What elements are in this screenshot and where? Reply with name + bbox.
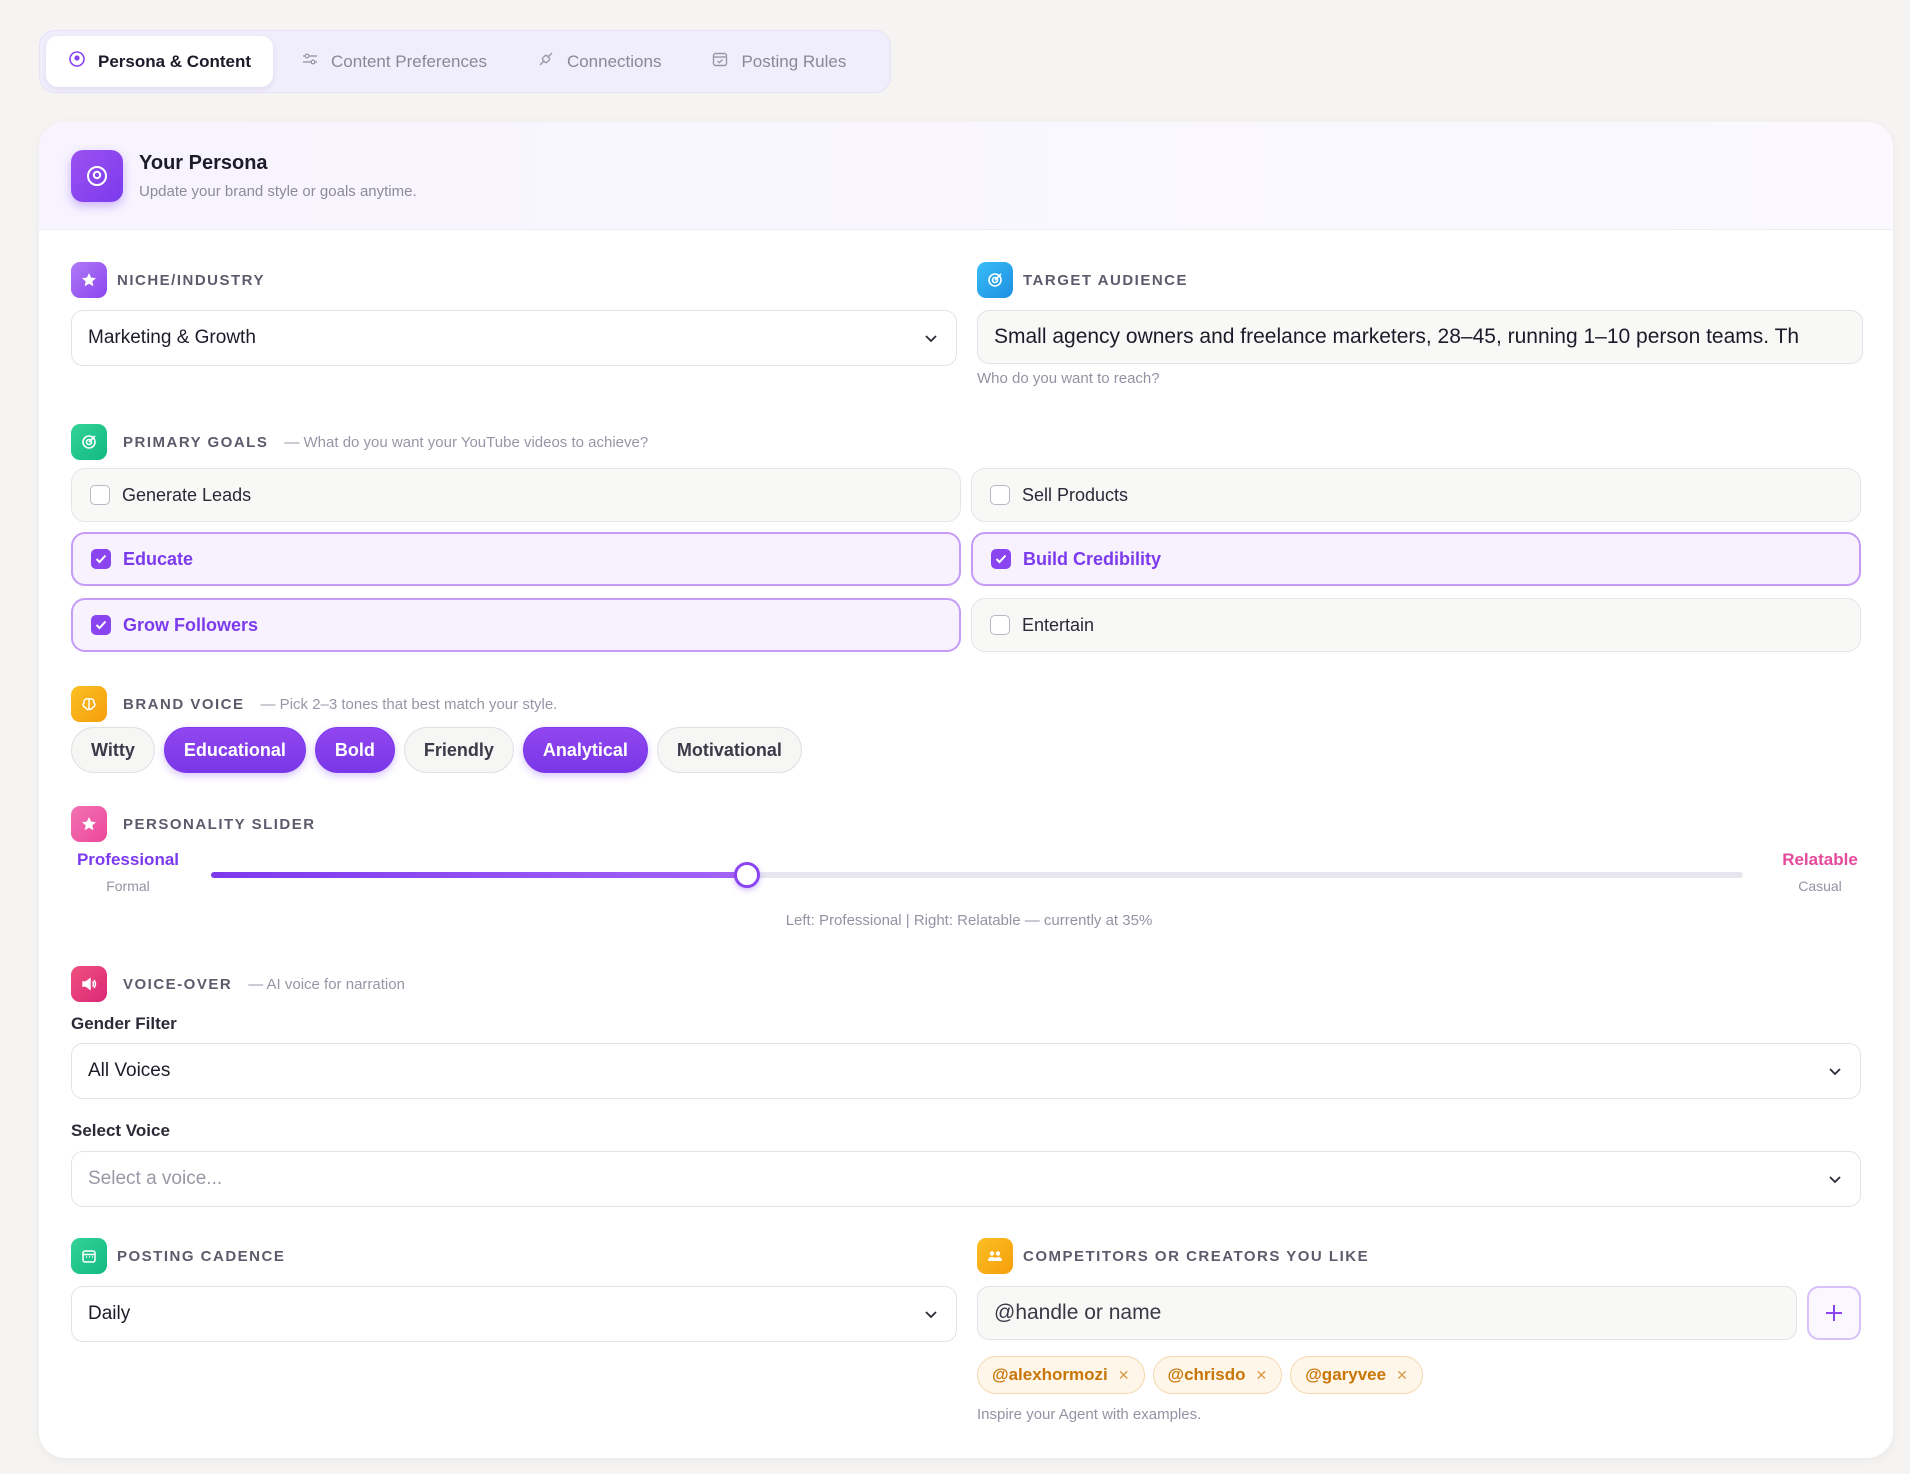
brain-icon [71, 686, 107, 722]
chip-motivational[interactable]: Motivational [656, 727, 802, 773]
competitor-tag: @alexhormozi ✕ [977, 1356, 1145, 1394]
slider-fill [211, 872, 748, 878]
voice-select[interactable]: Select a voice... [71, 1151, 1861, 1207]
voiceover-label: VOICE-OVER — AI voice for narration [71, 966, 405, 1002]
checkbox[interactable] [990, 485, 1010, 505]
plus-icon [1826, 1305, 1842, 1321]
goal-sell-products[interactable]: Sell Products [971, 468, 1861, 522]
goal-educate[interactable]: Educate [71, 532, 961, 586]
plug-icon [537, 50, 555, 73]
slider-handle[interactable] [734, 862, 761, 888]
audience-label: TARGET AUDIENCE [977, 262, 1188, 298]
competitor-tag: @garyvee ✕ [1290, 1356, 1423, 1394]
chevron-down-icon [925, 335, 937, 343]
slider-right-label: Relatable Casual [1782, 850, 1858, 894]
goals-label: PRIMARY GOALS — What do you want your Yo… [71, 424, 648, 460]
target-icon [977, 262, 1013, 298]
persona-icon [68, 50, 86, 73]
star-icon [71, 262, 107, 298]
page-subtitle: Update your brand style or goals anytime… [139, 182, 417, 200]
star-icon [71, 806, 107, 842]
checkbox[interactable] [90, 485, 110, 505]
personality-slider[interactable] [211, 872, 1743, 878]
niche-label: NICHE/INDUSTRY [71, 262, 265, 298]
sliders-icon [301, 50, 319, 73]
cadence-label: POSTING CADENCE [71, 1238, 285, 1274]
goal-generate-leads[interactable]: Generate Leads [71, 468, 961, 522]
checkbox[interactable] [991, 549, 1011, 569]
cadence-select[interactable]: Daily [71, 1286, 957, 1342]
checkbox[interactable] [91, 615, 111, 635]
add-competitor-button[interactable] [1807, 1286, 1861, 1340]
goal-build-credibility[interactable]: Build Credibility [971, 532, 1861, 586]
users-icon [977, 1238, 1013, 1274]
slider-left-label: Professional Formal [76, 850, 180, 894]
page-title: Your Persona [139, 151, 268, 174]
check-icon [95, 554, 107, 564]
tab-persona-content[interactable]: Persona & Content [46, 36, 274, 87]
persona-card: Your Persona Update your brand style or … [39, 122, 1893, 1458]
calendar-check-icon [711, 50, 729, 73]
niche-select[interactable]: Marketing & Growth [71, 310, 957, 366]
goal-entertain[interactable]: Entertain [971, 598, 1861, 652]
check-icon [95, 620, 107, 630]
target-icon [71, 424, 107, 460]
chevron-down-icon [925, 1311, 937, 1319]
gender-filter-label: Gender Filter [71, 1014, 177, 1033]
competitor-tags: @alexhormozi ✕ @chrisdo ✕ @garyvee ✕ [977, 1356, 1423, 1394]
chip-witty[interactable]: Witty [71, 727, 155, 773]
check-icon [995, 554, 1007, 564]
chip-friendly[interactable]: Friendly [403, 727, 514, 773]
competitor-tag: @chrisdo ✕ [1152, 1356, 1283, 1394]
competitor-input[interactable]: @handle or name [977, 1286, 1797, 1340]
competitors-label: COMPETITORS OR CREATORS YOU LIKE [977, 1238, 1369, 1274]
chip-analytical[interactable]: Analytical [522, 727, 648, 773]
audience-input[interactable]: Small agency owners and freelance market… [977, 310, 1863, 364]
checkbox[interactable] [990, 615, 1010, 635]
personality-label: PERSONALITY SLIDER [71, 806, 316, 842]
speaker-icon [71, 966, 107, 1002]
chevron-down-icon [1829, 1068, 1841, 1076]
checkbox[interactable] [91, 549, 111, 569]
remove-tag-icon[interactable]: ✕ [1396, 1367, 1408, 1384]
card-header: Your Persona Update your brand style or … [39, 122, 1893, 230]
chevron-down-icon [1829, 1176, 1841, 1184]
tab-content-preferences[interactable]: Content Preferences [279, 36, 509, 87]
remove-tag-icon[interactable]: ✕ [1118, 1367, 1130, 1384]
brand-voice-label: BRAND VOICE — Pick 2–3 tones that best m… [71, 686, 557, 722]
audience-helper: Who do you want to reach? [977, 370, 1160, 387]
persona-icon [71, 149, 123, 202]
calendar-icon [71, 1238, 107, 1274]
brand-voice-chips: Witty Educational Bold Friendly Analytic… [71, 727, 802, 773]
remove-tag-icon[interactable]: ✕ [1256, 1367, 1268, 1384]
gender-filter-select[interactable]: All Voices [71, 1043, 1861, 1099]
select-voice-label: Select Voice [71, 1121, 170, 1140]
chip-bold[interactable]: Bold [314, 727, 395, 773]
competitors-helper: Inspire your Agent with examples. [977, 1406, 1202, 1423]
chip-educational[interactable]: Educational [163, 727, 306, 773]
goal-grow-followers[interactable]: Grow Followers [71, 598, 961, 652]
tab-posting-rules[interactable]: Posting Rules [689, 36, 868, 87]
tab-connections[interactable]: Connections [515, 36, 684, 87]
settings-tabs: Persona & Content Content Preferences Co… [39, 30, 891, 93]
slider-caption: Left: Professional | Right: Relatable — … [785, 912, 1153, 929]
